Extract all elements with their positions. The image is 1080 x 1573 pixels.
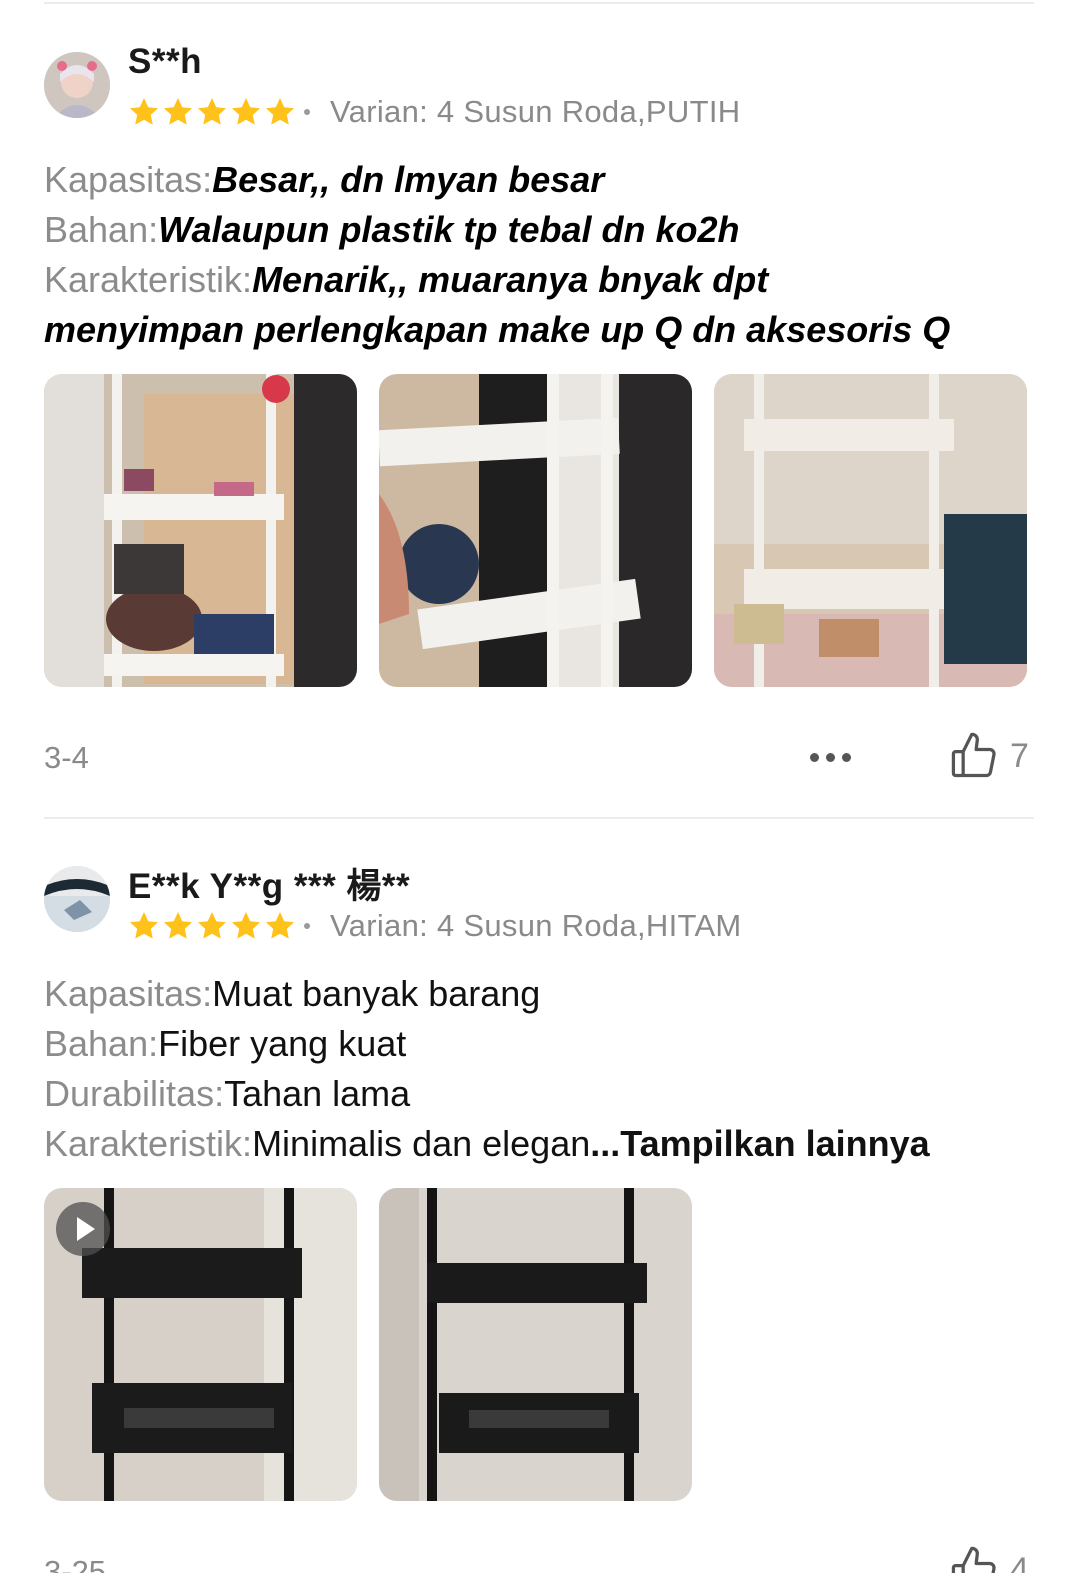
review-text: Kapasitas:Besar,, dn lmyan besar Bahan:W… — [44, 155, 1044, 355]
review-photo[interactable] — [714, 374, 1027, 687]
star-icon — [198, 912, 226, 939]
review-date: 3-4 — [44, 740, 89, 775]
review-photos — [44, 1188, 692, 1501]
star-icon — [232, 912, 260, 939]
review-photo[interactable] — [379, 1188, 692, 1501]
review-line-material: Bahan:Walaupun plastik tp tebal dn ko2h — [44, 209, 740, 250]
like-button[interactable]: 4 — [948, 1544, 1029, 1573]
like-count: 7 — [1010, 736, 1029, 775]
thumbs-up-icon — [951, 1546, 996, 1573]
star-icon — [266, 912, 294, 939]
review-date: 3-25 — [44, 1554, 107, 1573]
like-button[interactable]: 7 — [948, 730, 1029, 782]
show-more-link[interactable]: ...Tampilkan lainnya — [590, 1123, 929, 1164]
thumbs-up-icon — [951, 732, 996, 778]
review-line-continued: menyimpan perlengkapan make up Q dn akse… — [44, 309, 951, 350]
star-icon — [198, 98, 226, 125]
star-icon — [164, 912, 192, 939]
variant-label: Varian: 4 Susun Roda,PUTIH — [330, 94, 741, 129]
review-text: Kapasitas:Muat banyak barang Bahan:Fiber… — [44, 969, 1044, 1169]
variant-label: Varian: 4 Susun Roda,HITAM — [330, 908, 742, 943]
review-card-2: E**k Y**g *** 楊** Varian: 4 Susun Roda,H… — [0, 818, 1080, 1573]
review-line-characteristic: Karakteristik:Menarik,, muaranya bnyak d… — [44, 259, 769, 300]
review-line-durability: Durabilitas:Tahan lama — [44, 1073, 411, 1114]
review-line-capacity: Kapasitas:Besar,, dn lmyan besar — [44, 159, 605, 200]
review-line-material: Bahan:Fiber yang kuat — [44, 1023, 407, 1064]
review-line-capacity: Kapasitas:Muat banyak barang — [44, 973, 541, 1014]
review-photo[interactable] — [44, 374, 357, 687]
avatar[interactable] — [44, 52, 110, 118]
play-icon[interactable] — [56, 1202, 110, 1256]
avatar[interactable] — [44, 866, 110, 932]
more-options-icon[interactable] — [810, 753, 851, 762]
review-line-characteristic: Karakteristik:Minimalis dan elegan...Tam… — [44, 1123, 930, 1164]
review-video-thumbnail[interactable] — [44, 1188, 357, 1501]
star-icon — [130, 912, 158, 939]
rating-stars — [128, 910, 296, 942]
star-icon — [232, 98, 260, 125]
reviewer-name: S**h — [128, 42, 202, 81]
rating-stars — [128, 96, 296, 128]
review-card-1: S**h Varian: 4 Susun Roda,PUTIH Kapasita… — [0, 0, 1080, 800]
review-photos — [44, 374, 1027, 687]
star-icon — [130, 98, 158, 125]
separator-dot — [304, 923, 310, 929]
like-count: 4 — [1010, 1550, 1029, 1573]
reviewer-name: E**k Y**g *** 楊** — [128, 867, 411, 906]
review-photo[interactable] — [379, 374, 692, 687]
separator-dot — [304, 109, 310, 115]
star-icon — [164, 98, 192, 125]
star-icon — [266, 98, 294, 125]
